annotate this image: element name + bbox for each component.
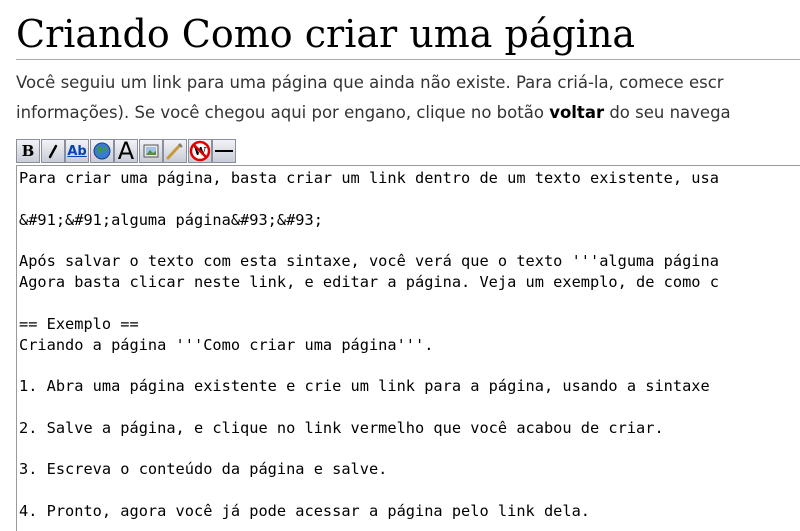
globe-icon bbox=[92, 141, 112, 161]
editor-line: 3. Escreva o conteúdo da página e salve. bbox=[19, 460, 388, 478]
intro-line-2: informações). Se você chegou aqui por en… bbox=[16, 98, 800, 128]
heading-button[interactable]: A bbox=[114, 139, 138, 163]
editor-line: Para criar uma página, basta criar um li… bbox=[19, 169, 719, 187]
back-keyword: voltar bbox=[549, 103, 605, 122]
nowiki-button[interactable]: W bbox=[187, 139, 212, 163]
horizontal-line-icon bbox=[214, 141, 234, 161]
math-button[interactable] bbox=[163, 139, 187, 163]
editor-line: Agora basta clicar neste link, e editar … bbox=[19, 273, 719, 291]
internal-link-button[interactable]: Ab bbox=[65, 139, 89, 163]
editor-line: 4. Pronto, agora você já pode acessar a … bbox=[19, 502, 590, 520]
edit-textarea[interactable]: Para criar uma página, basta criar um li… bbox=[16, 165, 800, 531]
title-divider bbox=[16, 59, 800, 60]
external-link-button[interactable] bbox=[89, 139, 114, 163]
intro-line-2-text: informações). Se você chegou aqui por en… bbox=[16, 103, 550, 122]
nowiki-icon: W bbox=[189, 140, 211, 162]
math-icon bbox=[165, 141, 185, 161]
italic-icon bbox=[45, 143, 61, 159]
image-button[interactable] bbox=[138, 139, 163, 163]
page-title: Criando Como criar uma página bbox=[16, 12, 636, 56]
editor-line: Criando a página '''Como criar uma págin… bbox=[19, 336, 434, 354]
intro-notice: Você seguiu um link para uma página que … bbox=[16, 68, 800, 128]
horizontal-line-button[interactable] bbox=[212, 139, 236, 163]
editor-line: Após salvar o texto com esta sintaxe, vo… bbox=[19, 252, 719, 270]
bold-button[interactable]: B bbox=[16, 139, 40, 163]
headline-icon: A bbox=[117, 137, 135, 165]
editor-line: &#91;&#91;alguma página&#93;&#93; bbox=[19, 211, 323, 229]
italic-button[interactable] bbox=[40, 139, 65, 163]
image-icon bbox=[142, 143, 160, 159]
editor-line: 2. Salve a página, e clique no link verm… bbox=[19, 419, 664, 437]
internal-link-icon: Ab bbox=[67, 143, 87, 159]
editor-line: == Exemplo == bbox=[19, 315, 139, 333]
intro-line-1: Você seguiu um link para uma página que … bbox=[16, 73, 724, 92]
editor-line: 1. Abra uma página existente e crie um l… bbox=[19, 377, 710, 395]
edit-toolbar: B Ab A bbox=[16, 137, 237, 165]
intro-line-2-end: do seu navega bbox=[604, 103, 731, 122]
bold-icon: B bbox=[21, 142, 35, 160]
